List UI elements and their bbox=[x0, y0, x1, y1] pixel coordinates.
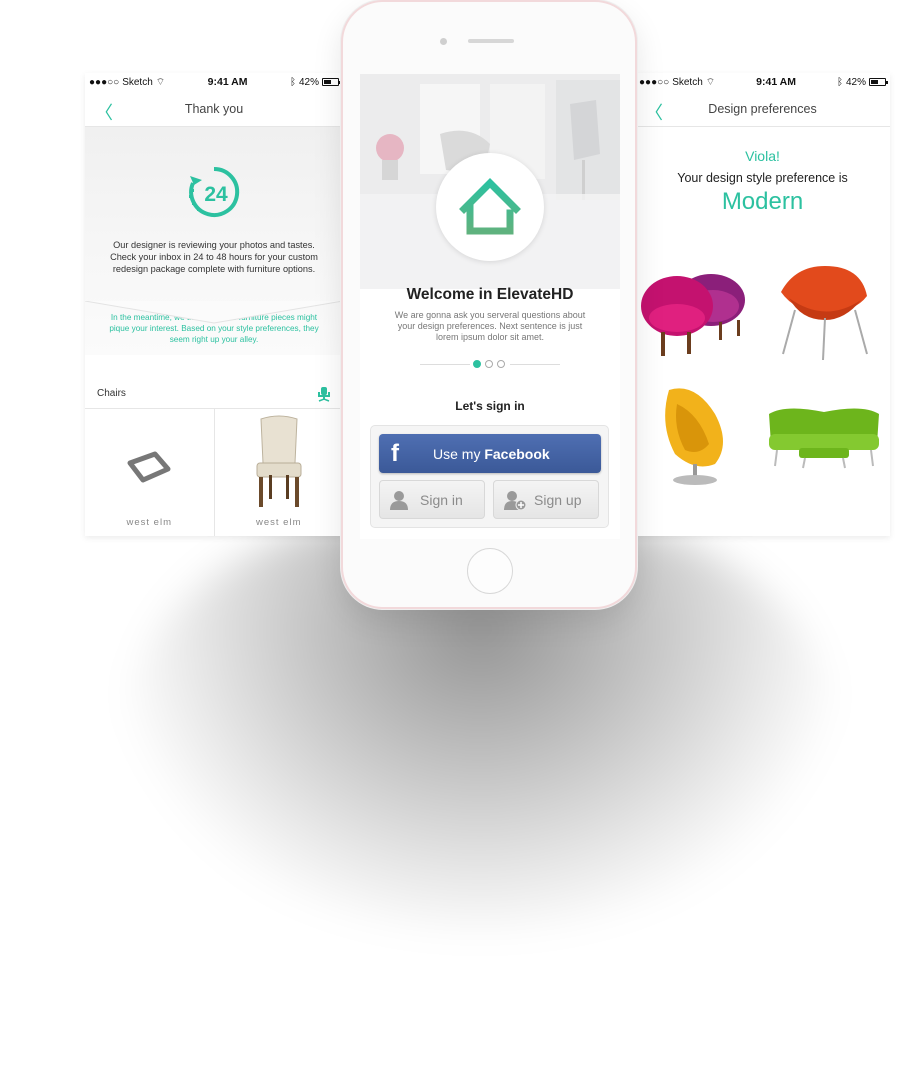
user-icon bbox=[390, 491, 408, 510]
pager-line-left bbox=[420, 364, 470, 365]
clock-24-icon: 24 bbox=[189, 166, 240, 217]
chair-gallery bbox=[635, 258, 890, 498]
signin-heading: Let's sign in bbox=[455, 399, 525, 413]
battery-icon bbox=[868, 78, 888, 86]
page-title: Thank you bbox=[184, 101, 244, 116]
section-label: Chairs bbox=[97, 388, 126, 399]
product-card[interactable]: west elm bbox=[85, 409, 215, 536]
status-bar: ●●●○○ Sketch ⌔ 9:41 AM ᛒ 42% bbox=[85, 73, 343, 91]
facebook-label-prefix: Use my bbox=[433, 446, 485, 462]
status-time: 9:41 AM bbox=[207, 76, 248, 88]
notch-divider bbox=[85, 301, 343, 324]
orange-slice-chair-image[interactable] bbox=[775, 262, 875, 362]
status-time: 9:41 AM bbox=[756, 76, 797, 88]
earpiece-speaker bbox=[468, 39, 514, 43]
welcome-screen: Welcome in ElevateHD We are gonna ask yo… bbox=[360, 74, 620, 539]
page-dot[interactable] bbox=[485, 360, 493, 368]
battery-percent: 42% bbox=[298, 76, 319, 88]
section-header[interactable]: Chairs bbox=[85, 379, 343, 409]
facebook-button-label: Use my Facebook bbox=[433, 446, 550, 462]
product-grid: west elm west elm bbox=[85, 409, 343, 536]
thank-you-screen: ●●●○○ Sketch ⌔ 9:41 AM ᛒ 42% 〈 Thank you… bbox=[85, 73, 343, 536]
bluetooth-icon: ᛒ bbox=[836, 76, 843, 88]
app-logo bbox=[436, 153, 544, 261]
facebook-icon: f bbox=[391, 440, 399, 467]
sign-up-label: Sign up bbox=[534, 492, 582, 508]
yellow-pod-chair-image[interactable] bbox=[655, 384, 735, 488]
style-result: Modern bbox=[721, 188, 804, 215]
page-title: Design preferences bbox=[708, 101, 817, 116]
chevron-left-icon[interactable]: 〈 bbox=[645, 99, 663, 125]
page-indicator bbox=[360, 358, 620, 370]
status-bar: ●●●○○ Sketch ⌔ 9:41 AM ᛒ 42% bbox=[635, 73, 890, 91]
carrier-label: Sketch bbox=[122, 76, 153, 88]
green-sofa-image[interactable] bbox=[765, 404, 883, 474]
carrier-label: Sketch bbox=[672, 76, 703, 88]
pager-line-right bbox=[510, 364, 560, 365]
signal-icon: ●●●○○ bbox=[89, 76, 120, 88]
page-dot[interactable] bbox=[497, 360, 505, 368]
sign-in-button[interactable]: Sign in bbox=[379, 480, 485, 519]
thanks-message: Our designer is reviewing your photos an… bbox=[110, 240, 318, 274]
home-button[interactable] bbox=[467, 548, 513, 594]
dining-chair-image bbox=[256, 415, 301, 507]
west-elm-logo bbox=[127, 451, 171, 483]
product-card[interactable]: west elm bbox=[215, 409, 344, 536]
wifi-icon: ⌔ bbox=[155, 76, 166, 88]
phone-frame: Welcome in ElevateHD We are gonna ask yo… bbox=[341, 0, 637, 609]
viola-heading: Viola! bbox=[745, 148, 780, 164]
petal-chair-image[interactable] bbox=[639, 264, 751, 360]
sign-up-button[interactable]: Sign up bbox=[493, 480, 599, 519]
nav-bar: 〈 Design preferences bbox=[635, 91, 890, 127]
camera-dot bbox=[440, 38, 447, 45]
chevron-left-icon[interactable]: 〈 bbox=[95, 99, 113, 125]
product-brand: west elm bbox=[126, 517, 172, 528]
badge-number: 24 bbox=[204, 183, 228, 206]
auth-panel: f Use my Facebook Sign in Sign up bbox=[370, 425, 609, 528]
bluetooth-icon: ᛒ bbox=[289, 76, 296, 88]
facebook-label-brand: Facebook bbox=[484, 446, 550, 462]
welcome-title: Welcome in ElevateHD bbox=[406, 286, 574, 303]
facebook-login-button[interactable]: f Use my Facebook bbox=[379, 434, 601, 473]
welcome-subtitle: We are gonna ask you serveral questions … bbox=[394, 310, 586, 342]
add-user-icon bbox=[504, 491, 526, 510]
preference-line: Your design style preference is bbox=[677, 171, 848, 185]
battery-percent: 42% bbox=[845, 76, 866, 88]
house-icon bbox=[459, 178, 521, 235]
product-brand: west elm bbox=[256, 517, 302, 528]
page-dot[interactable] bbox=[473, 360, 481, 368]
wifi-icon: ⌔ bbox=[705, 76, 716, 88]
nav-bar: 〈 Thank you bbox=[85, 91, 343, 127]
battery-icon bbox=[321, 78, 341, 86]
design-preferences-screen: ●●●○○ Sketch ⌔ 9:41 AM ᛒ 42% 〈 Design pr… bbox=[635, 73, 890, 536]
signal-icon: ●●●○○ bbox=[639, 76, 670, 88]
chair-icon bbox=[318, 386, 330, 402]
sign-in-label: Sign in bbox=[420, 492, 463, 508]
